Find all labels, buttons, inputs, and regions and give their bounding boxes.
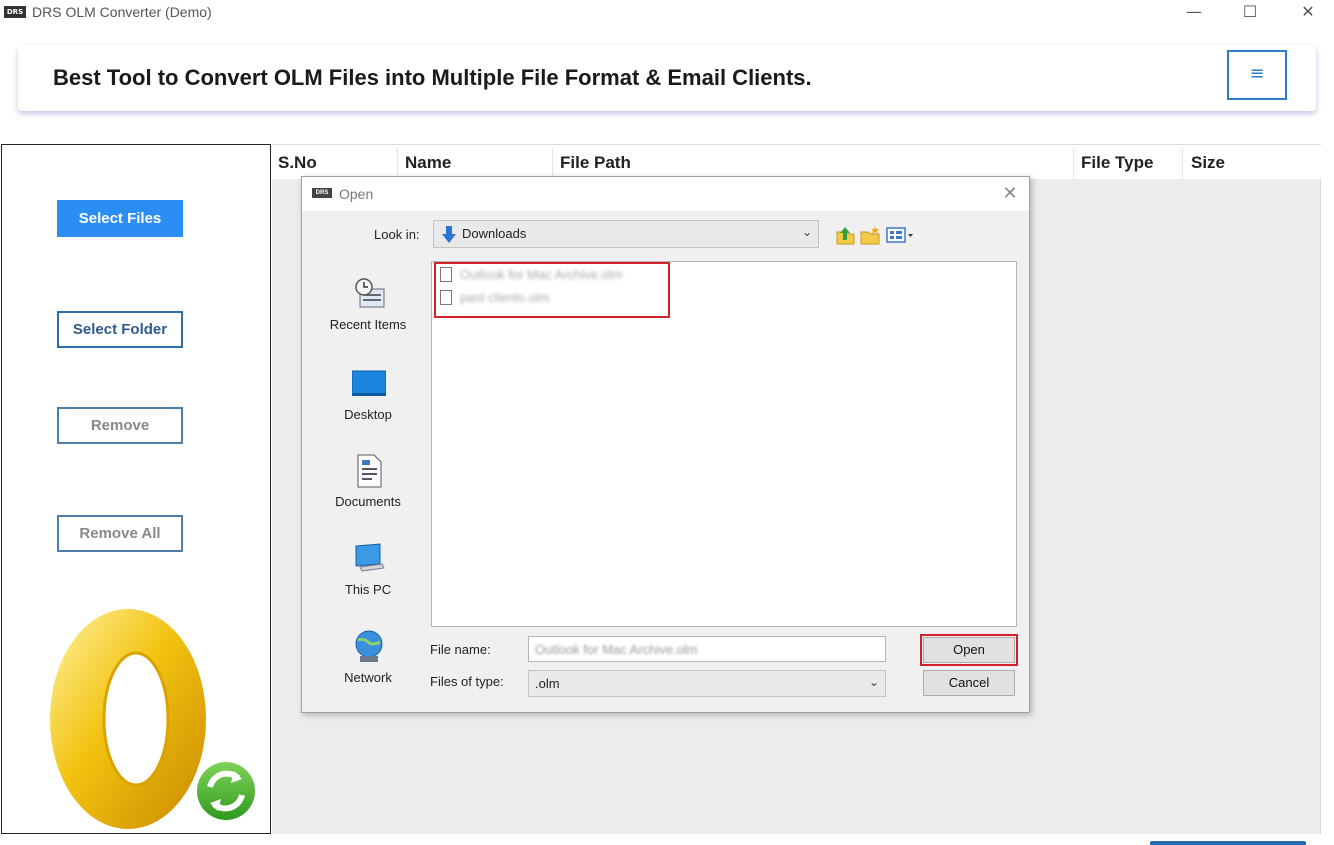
look-in-label: Look in: — [374, 227, 420, 242]
desktop-icon — [352, 370, 386, 396]
place-label: Documents — [335, 494, 401, 509]
bottom-button-edge[interactable] — [1150, 841, 1306, 845]
chevron-down-icon: ⌄ — [801, 225, 812, 239]
remove-button[interactable]: Remove — [57, 407, 183, 444]
open-file-dialog: DRS Open ✕ Look in: Downloads ⌄ Recent I… — [301, 176, 1030, 713]
file-name-input[interactable]: Outlook for Mac Archive.olm — [528, 636, 886, 662]
column-header-size[interactable]: Size — [1191, 153, 1225, 173]
remove-all-button[interactable]: Remove All — [57, 515, 183, 552]
column-header-sno[interactable]: S.No — [278, 153, 317, 173]
close-button[interactable]: ✕ — [1285, 0, 1331, 26]
files-of-type-select[interactable]: .olm ⌄ — [528, 670, 886, 697]
recent-items-icon — [355, 278, 385, 308]
title-bar: DRS DRS OLM Converter (Demo) — ☐ ✕ — [0, 0, 1334, 28]
place-label: Desktop — [344, 407, 392, 422]
new-folder-icon[interactable] — [859, 224, 881, 246]
file-name: Outlook for Mac Archive.olm — [460, 267, 623, 282]
banner-headline: Best Tool to Convert OLM Files into Mult… — [53, 65, 812, 90]
file-type-value: .olm — [535, 676, 560, 691]
file-icon — [440, 267, 452, 282]
window-title: DRS OLM Converter (Demo) — [32, 4, 212, 20]
column-header-file-type[interactable]: File Type — [1081, 153, 1153, 173]
place-this-pc[interactable]: This PC — [318, 542, 418, 612]
column-header-name[interactable]: Name — [405, 153, 451, 173]
column-divider — [1073, 147, 1074, 179]
look-in-value: Downloads — [462, 226, 527, 241]
file-name-value: Outlook for Mac Archive.olm — [535, 642, 698, 657]
list-item[interactable]: Outlook for Mac Archive.olm — [440, 265, 660, 285]
minimize-button[interactable]: — — [1171, 0, 1217, 26]
action-sidebar: Select Files Select Folder Remove Remove… — [1, 144, 271, 834]
app-logo-icon: DRS — [4, 6, 26, 18]
chevron-down-icon: ⌄ — [868, 675, 879, 689]
dialog-logo-icon: DRS — [312, 188, 332, 198]
this-pc-icon — [355, 543, 385, 572]
documents-icon — [357, 454, 382, 488]
column-divider — [552, 147, 553, 179]
files-of-type-label: Files of type: — [430, 674, 504, 689]
file-name-label: File name: — [430, 642, 491, 657]
place-documents[interactable]: Documents — [318, 454, 418, 524]
up-folder-icon[interactable] — [834, 224, 856, 246]
column-header-file-path[interactable]: File Path — [560, 153, 631, 173]
select-files-button[interactable]: Select Files — [57, 200, 183, 237]
dialog-close-button[interactable]: ✕ — [998, 182, 1022, 206]
menu-button[interactable]: ≡ — [1227, 50, 1287, 100]
file-icon — [440, 290, 452, 305]
header-banner: Best Tool to Convert OLM Files into Mult… — [18, 45, 1316, 111]
select-folder-button[interactable]: Select Folder — [57, 311, 183, 348]
place-network[interactable]: Network — [318, 630, 418, 700]
cancel-button[interactable]: Cancel — [923, 670, 1015, 696]
column-divider — [1182, 147, 1183, 179]
place-label: This PC — [344, 582, 392, 597]
app-window: DRS DRS OLM Converter (Demo) — ☐ ✕ Best … — [0, 0, 1334, 845]
place-recent-items[interactable]: Recent Items — [318, 277, 418, 347]
places-bar: Recent Items Desktop Documents This PC N… — [318, 262, 418, 692]
outlook-logo-icon — [50, 609, 259, 829]
place-label: Network — [344, 670, 392, 685]
place-label: Recent Items — [329, 317, 407, 332]
open-button[interactable]: Open — [923, 637, 1015, 663]
table-header: S.No Name File Path File Type Size — [272, 144, 1321, 179]
dialog-title: Open — [339, 186, 374, 202]
dialog-title-bar: DRS Open ✕ — [302, 177, 1029, 211]
look-in-select[interactable]: Downloads ⌄ — [433, 220, 819, 248]
place-desktop[interactable]: Desktop — [318, 367, 418, 437]
column-divider — [397, 147, 398, 179]
file-name: past clients.olm — [460, 290, 550, 305]
view-menu-icon[interactable] — [885, 224, 917, 246]
list-item[interactable]: past clients.olm — [440, 288, 660, 308]
downloads-arrow-icon — [442, 226, 456, 243]
maximize-button[interactable]: ☐ — [1227, 0, 1273, 26]
network-globe-icon — [355, 630, 383, 662]
file-list[interactable]: Outlook for Mac Archive.olm past clients… — [431, 261, 1017, 627]
